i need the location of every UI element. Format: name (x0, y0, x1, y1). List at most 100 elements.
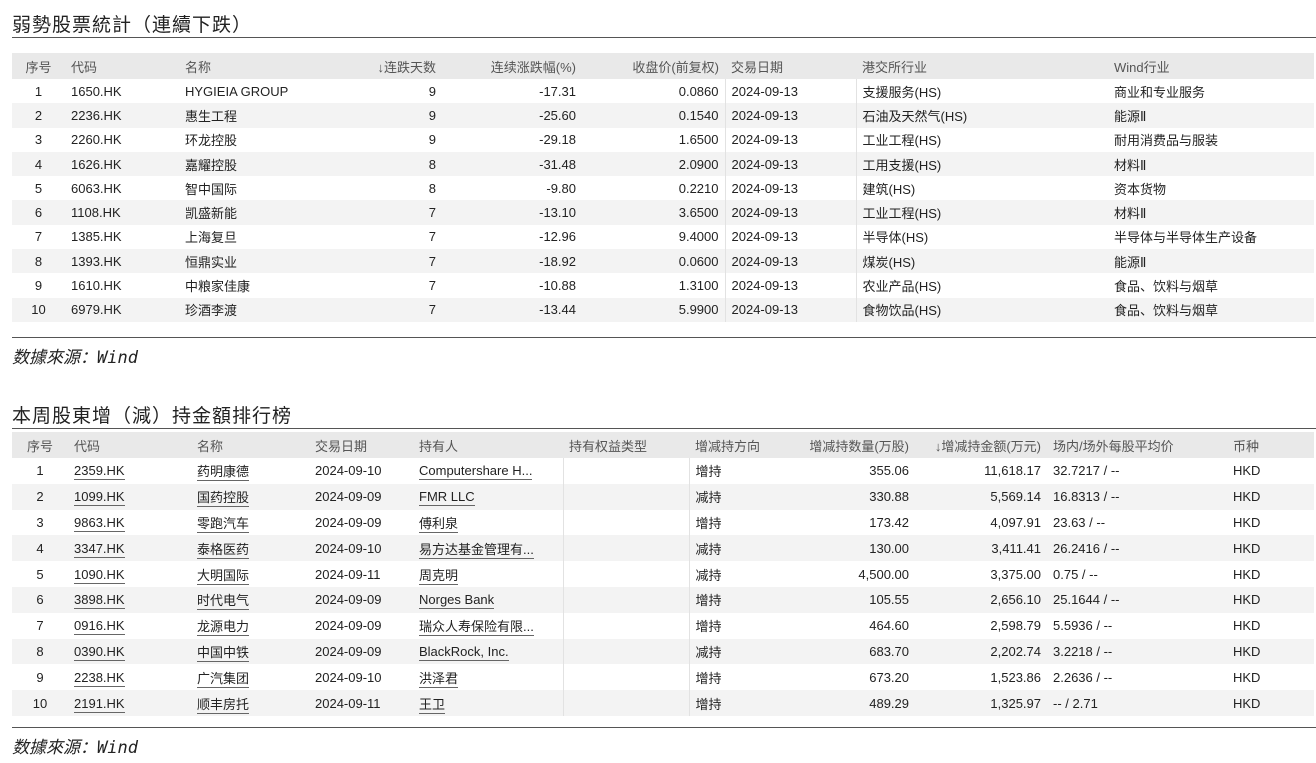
table-row[interactable]: 9 2238.HK 广汽集团 2024-09-10 洪泽君 增持 673.20 1,523.8… (12, 664, 1314, 691)
cell-code[interactable]: 0390.HK (68, 638, 191, 665)
cell-holder-link[interactable]: BlackRock, Inc. (419, 643, 509, 661)
header-wind-industry[interactable]: Wind行业 (1108, 53, 1314, 79)
header-down-days[interactable]: ↓连跌天数 (324, 53, 442, 79)
table-row[interactable]: 7 1385.HK 上海复旦 7 -12.96 9.4000 2024-09-13 半导体(H… (12, 224, 1314, 250)
table-row[interactable]: 1 1650.HK HYGIEIA GROUP 9 -17.31 0.0860 2024-0… (12, 79, 1314, 104)
header-currency[interactable]: 币种 (1227, 432, 1314, 458)
cell-holder[interactable]: 周克明 (413, 561, 563, 587)
header-change-pct[interactable]: 连续涨跌幅(%) (442, 53, 582, 79)
cell-name-link[interactable]: 顺丰房托 (197, 696, 250, 714)
cell-holder-link[interactable]: 洪泽君 (419, 670, 459, 688)
cell-holder-link[interactable]: 王卫 (419, 696, 446, 714)
table-row[interactable]: 5 1090.HK 大明国际 2024-09-11 周克明 减持 4,500.00 3,375… (12, 561, 1314, 587)
cell-name-link[interactable]: 药明康德 (197, 464, 250, 482)
table-row[interactable]: 3 2260.HK 环龙控股 9 -29.18 1.6500 2024-09-13 工业工程(… (12, 127, 1314, 152)
cell-name-link[interactable]: 大明国际 (197, 567, 250, 585)
cell-name[interactable]: 药明康德 (191, 458, 309, 484)
cell-name[interactable]: 时代电气 (191, 586, 309, 613)
cell-name[interactable]: 顺丰房托 (191, 690, 309, 716)
table-row[interactable]: 6 3898.HK 时代电气 2024-09-09 Norges Bank 增持 105.5… (12, 586, 1314, 613)
header-code[interactable]: 代码 (65, 53, 179, 79)
header-avg-price[interactable]: 场内/场外每股平均价 (1047, 432, 1227, 458)
header-direction[interactable]: 增减持方向 (689, 432, 788, 458)
cell-code-link[interactable]: 9863.HK (74, 514, 125, 532)
table-row[interactable]: 5 6063.HK 智中国际 8 -9.80 0.2210 2024-09-13 建筑(HS)… (12, 176, 1314, 201)
cell-holder-link[interactable]: 易方达基金管理有... (419, 541, 534, 559)
cell-name-link[interactable]: 泰格医药 (197, 541, 250, 559)
table-row[interactable]: 1 2359.HK 药明康德 2024-09-10 Computershare H...… (12, 458, 1314, 484)
cell-name[interactable]: 泰格医药 (191, 535, 309, 562)
header-trade-date[interactable]: 交易日期 (309, 432, 413, 458)
table-row[interactable]: 2 2236.HK 惠生工程 9 -25.60 0.1540 2024-09-13 石油及天然… (12, 103, 1314, 128)
cell-name-link[interactable]: 国药控股 (197, 490, 250, 508)
cell-holder[interactable]: 王卫 (413, 690, 563, 716)
cell-code-link[interactable]: 2238.HK (74, 669, 125, 687)
cell-code[interactable]: 9863.HK (68, 510, 191, 536)
cell-code-link[interactable]: 0916.HK (74, 618, 125, 636)
header-holder[interactable]: 持有人 (413, 432, 563, 458)
table-row[interactable]: 10 6979.HK 珍酒李渡 7 -13.44 5.9900 2024-09-13 食物饮品… (12, 297, 1314, 322)
cell-holder[interactable]: 易方达基金管理有... (413, 535, 563, 562)
cell-name-link[interactable]: 龙源电力 (197, 619, 250, 637)
cell-code[interactable]: 1090.HK (68, 561, 191, 587)
table-row[interactable]: 3 9863.HK 零跑汽车 2024-09-09 傅利泉 增持 173.42 4,097.9… (12, 509, 1314, 536)
cell-code[interactable]: 0916.HK (68, 613, 191, 639)
cell-code[interactable]: 1099.HK (68, 483, 191, 510)
header-name[interactable]: 名称 (179, 53, 324, 79)
cell-name[interactable]: 龙源电力 (191, 613, 309, 639)
cell-code-link[interactable]: 1090.HK (74, 566, 125, 584)
cell-holder-link[interactable]: Norges Bank (419, 592, 495, 610)
cell-code[interactable]: 2191.HK (68, 690, 191, 716)
cell-code-link[interactable]: 2359.HK (74, 463, 125, 481)
header-seq[interactable]: 序号 (12, 53, 65, 79)
cell-code[interactable]: 3347.HK (68, 535, 191, 562)
header-close-price[interactable]: 收盘价(前复权) (582, 53, 725, 79)
cell-holder[interactable]: Norges Bank (413, 586, 563, 613)
cell-holder[interactable]: 瑞众人寿保险有限... (413, 613, 563, 639)
cell-holder[interactable]: FMR LLC (413, 483, 563, 510)
cell-code-link[interactable]: 3347.HK (74, 540, 125, 558)
table-row[interactable]: 7 0916.HK 龙源电力 2024-09-09 瑞众人寿保险有限... 增持 464.6… (12, 612, 1314, 639)
cell-code[interactable]: 3898.HK (68, 586, 191, 613)
cell-name-link[interactable]: 中国中铁 (197, 644, 250, 662)
table-row[interactable]: 4 3347.HK 泰格医药 2024-09-10 易方达基金管理有... 减持 130.0… (12, 535, 1314, 562)
cell-name-link[interactable]: 零跑汽车 (197, 515, 250, 533)
header-code[interactable]: 代码 (68, 432, 191, 458)
header-name[interactable]: 名称 (191, 432, 309, 458)
cell-holder[interactable]: 洪泽君 (413, 664, 563, 690)
cell-holder[interactable]: 傅利泉 (413, 510, 563, 536)
cell-code-link[interactable]: 2191.HK (74, 695, 125, 713)
cell-name-link[interactable]: 时代电气 (197, 593, 250, 611)
cell-code[interactable]: 2238.HK (68, 664, 191, 690)
cell-code-link[interactable]: 0390.HK (74, 643, 125, 661)
cell-holder-link[interactable]: Computershare H... (419, 463, 533, 481)
cell-holder-link[interactable]: 瑞众人寿保险有限... (419, 619, 534, 637)
cell-holder[interactable]: Computershare H... (413, 458, 563, 484)
header-hkex-industry[interactable]: 港交所行业 (856, 53, 1108, 79)
cell-name[interactable]: 广汽集团 (191, 664, 309, 690)
table-row[interactable]: 10 2191.HK 顺丰房托 2024-09-11 王卫 增持 489.29 1,325.9… (12, 690, 1314, 716)
header-amount[interactable]: ↓增减持金额(万元) (915, 432, 1047, 458)
header-trade-date[interactable]: 交易日期 (725, 53, 856, 79)
header-seq[interactable]: 序号 (12, 432, 68, 458)
table-row[interactable]: 8 1393.HK 恒鼎实业 7 -18.92 0.0600 2024-09-13 煤炭(HS… (12, 249, 1314, 274)
cell-holder-link[interactable]: 周克明 (419, 567, 459, 585)
cell-code[interactable]: 2359.HK (68, 458, 191, 484)
header-quantity[interactable]: 增减持数量(万股) (788, 432, 915, 458)
cell-holder-link[interactable]: FMR LLC (419, 489, 475, 507)
cell-code-link[interactable]: 1099.HK (74, 489, 125, 507)
cell-name[interactable]: 国药控股 (191, 483, 309, 510)
cell-name[interactable]: 大明国际 (191, 561, 309, 587)
table-row[interactable]: 8 0390.HK 中国中铁 2024-09-09 BlackRock, Inc. 减持 6… (12, 638, 1314, 665)
table-row[interactable]: 4 1626.HK 嘉耀控股 8 -31.48 2.0900 2024-09-13 工用支援(… (12, 151, 1314, 177)
cell-holder[interactable]: BlackRock, Inc. (413, 638, 563, 665)
cell-name[interactable]: 零跑汽车 (191, 510, 309, 536)
cell-name[interactable]: 中国中铁 (191, 638, 309, 665)
table-row[interactable]: 2 1099.HK 国药控股 2024-09-09 FMR LLC 减持 330.88 5,5… (12, 483, 1314, 510)
cell-holder-link[interactable]: 傅利泉 (419, 515, 459, 533)
table-row[interactable]: 6 1108.HK 凯盛新能 7 -13.10 3.6500 2024-09-13 工业工程(… (12, 200, 1314, 225)
cell-code-link[interactable]: 3898.HK (74, 592, 125, 610)
header-equity-type[interactable]: 持有权益类型 (563, 432, 689, 458)
cell-name-link[interactable]: 广汽集团 (197, 670, 250, 688)
table-row[interactable]: 9 1610.HK 中粮家佳康 7 -10.88 1.3100 2024-09-13 农业产品… (12, 273, 1314, 298)
